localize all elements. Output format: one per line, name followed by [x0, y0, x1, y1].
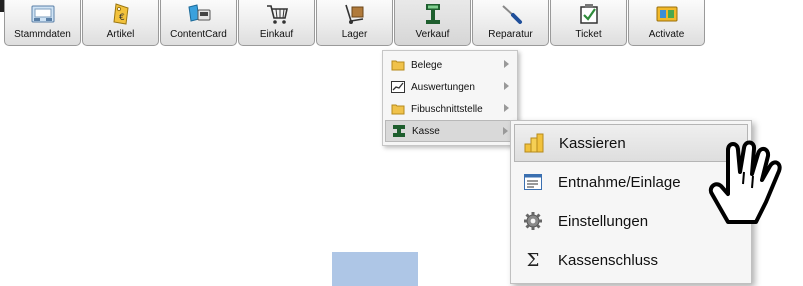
menu-item-fibuschnittstelle[interactable]: Fibuschnittstelle [385, 98, 515, 120]
menu-item-label: Fibuschnittstelle [411, 103, 483, 115]
screwdriver-icon [498, 2, 524, 26]
submenu-arrow-icon [504, 82, 509, 90]
coins-icon [523, 132, 545, 154]
menu-item-kassieren[interactable]: Kassieren [514, 124, 748, 162]
content-card-icon [186, 2, 212, 26]
shopping-cart-icon [264, 2, 290, 26]
toolbar-button-label: Artikel [106, 29, 135, 40]
submenu-arrow-icon [504, 60, 509, 68]
toolbar-button-label: Verkauf [415, 29, 450, 40]
toolbar-button-ticket[interactable]: Ticket [550, 0, 627, 46]
menu-item-kasse[interactable]: Kasse [385, 120, 515, 142]
menu-item-label: Auswertungen [411, 81, 475, 93]
submenu-arrow-icon [504, 104, 509, 112]
menu-item-auswertungen[interactable]: Auswertungen [385, 76, 515, 98]
menu-item-label: Einstellungen [558, 212, 649, 230]
toolbar-button-contentcard[interactable]: ContentCard [160, 0, 237, 46]
cash-register-icon [392, 125, 406, 137]
menu-item-belege[interactable]: Belege [385, 54, 515, 76]
toolbar-button-lager[interactable]: Lager [316, 0, 393, 46]
menu-item-label: Entnahme/Einlage [558, 173, 681, 191]
toolbar-button-reparatur[interactable]: Reparatur [472, 0, 549, 46]
toolbar-button-artikel[interactable]: € Artikel [82, 0, 159, 46]
toolbar-button-verkauf[interactable]: Verkauf [394, 0, 471, 46]
chart-icon [391, 81, 405, 93]
menu-item-label: Kassieren [559, 134, 626, 152]
toolbar-button-label: Lager [341, 29, 368, 40]
toolbar-button-activate[interactable]: Activate [628, 0, 705, 46]
toolbar-button-label: Reparatur [488, 29, 533, 40]
toolbar-button-stammdaten[interactable]: Stammdaten [4, 0, 81, 46]
gear-icon [522, 210, 544, 232]
folder-icon [391, 103, 405, 115]
menu-item-kassenschluss[interactable]: Σ Kassenschluss [514, 241, 748, 279]
verkauf-dropdown-menu: Belege Auswertungen Fibuschnittstelle Ka… [382, 50, 518, 146]
submenu-arrow-icon [503, 127, 508, 135]
kasse-submenu: Kassieren Entnahme/Einlage Einstellungen… [510, 120, 752, 284]
toolbar-button-label: Stammdaten [14, 29, 71, 40]
toolbar-button-label: Activate [648, 29, 685, 40]
sigma-icon: Σ [526, 249, 540, 271]
toolbar-button-label: Ticket [575, 29, 602, 40]
menu-item-label: Kassenschluss [558, 251, 659, 269]
price-tag-icon: € [108, 2, 134, 26]
checkbox-icon [576, 2, 602, 26]
folder-icon [391, 59, 405, 71]
cash-register-icon [420, 2, 446, 26]
main-toolbar: Stammdaten € Artikel ContentCard Einkauf… [4, 0, 706, 46]
menu-item-label: Kasse [412, 125, 440, 137]
svg-text:€: € [119, 13, 125, 23]
menu-item-entnahme-einlage[interactable]: Entnahme/Einlage [514, 163, 748, 201]
menu-item-label: Belege [411, 59, 443, 71]
toolbar-button-label: Einkauf [259, 29, 294, 40]
blue-block [332, 252, 418, 286]
list-form-icon [522, 171, 544, 193]
toolbar-button-einkauf[interactable]: Einkauf [238, 0, 315, 46]
activate-card-icon [654, 2, 680, 26]
toolbar-button-label: ContentCard [170, 29, 227, 40]
id-card-icon [30, 2, 56, 26]
hand-truck-icon [342, 2, 368, 26]
menu-item-einstellungen[interactable]: Einstellungen [514, 202, 748, 240]
